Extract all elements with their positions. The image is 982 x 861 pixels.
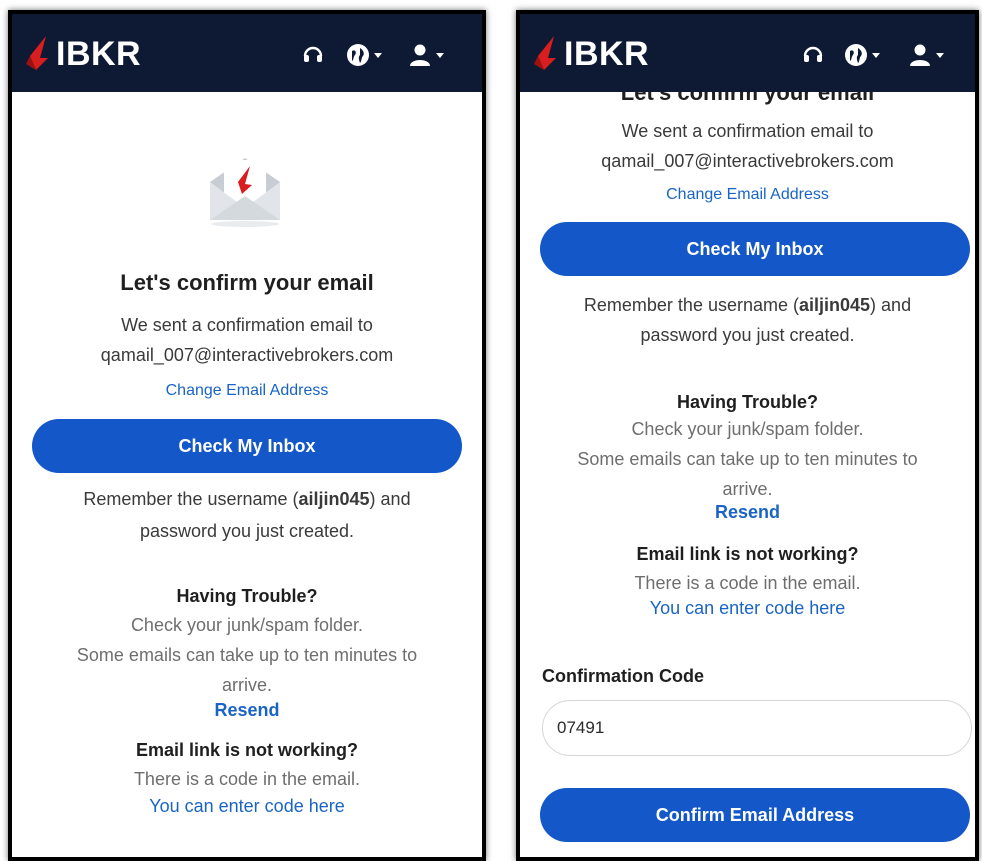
headset-icon <box>803 46 823 62</box>
resend-link[interactable]: Resend <box>715 502 780 522</box>
user-menu-button[interactable] <box>408 42 444 68</box>
brand-name: IBKR <box>56 35 142 73</box>
remember-text: Remember the username (ailjin045) and <box>12 484 482 514</box>
trouble-line2: Some emails can take up to ten minutes t… <box>577 449 918 469</box>
support-button[interactable] <box>302 42 324 68</box>
remember-line2: password you just created. <box>640 325 855 345</box>
link-heading: Email link is not working? <box>636 544 859 564</box>
remember-suffix: ) and <box>369 489 411 509</box>
trouble-line3: arrive. <box>221 675 272 695</box>
confirm-email-content: Let's confirm your email We sent a confi… <box>12 92 482 857</box>
remember-prefix: Remember the username ( <box>583 295 799 315</box>
flame-logo-icon <box>26 36 48 70</box>
link-heading: Email link is not working? <box>135 740 359 760</box>
trouble-line1: Check your junk/spam folder. <box>130 615 364 635</box>
chevron-down-icon <box>374 52 382 58</box>
trouble-line3: arrive. <box>722 479 773 499</box>
user-icon <box>910 44 930 66</box>
check-inbox-button[interactable]: Check My Inbox <box>540 222 970 276</box>
enter-code-link[interactable]: You can enter code here <box>650 598 846 618</box>
chevron-down-icon <box>436 52 444 58</box>
phone-screen-left: IBKR Let's confirm your email We sent a … <box>8 10 486 861</box>
flame-logo-icon <box>534 36 556 70</box>
enter-code-link[interactable]: You can enter code here <box>149 796 345 816</box>
ibkr-logo[interactable]: IBKR <box>534 32 649 76</box>
username: ailjin045 <box>298 489 370 509</box>
envelope-icon <box>210 158 280 227</box>
confirm-email-content-scrolled: Let's confirm your email We sent a confi… <box>520 80 975 857</box>
sent-line: We sent a confirmation email to <box>121 315 373 335</box>
remember-line2: password you just created. <box>139 521 355 541</box>
trouble-line1: Check your junk/spam folder. <box>631 419 864 439</box>
brand-name: IBKR <box>564 35 650 73</box>
user-icon <box>410 44 430 66</box>
page-title: Let's confirm your email <box>120 270 374 295</box>
sent-line: We sent a confirmation email to <box>621 121 874 141</box>
remember-text: Remember the username (ailjin045) and <box>520 290 975 320</box>
globe-icon <box>347 44 369 66</box>
ibkr-logo[interactable]: IBKR <box>26 32 141 76</box>
language-menu-button[interactable] <box>844 42 880 68</box>
change-email-link[interactable]: Change Email Address <box>166 382 329 399</box>
confirm-email-button[interactable]: Confirm Email Address <box>540 788 970 842</box>
confirmation-code-label: Confirmation Code <box>542 666 704 686</box>
remember-prefix: Remember the username ( <box>83 489 299 509</box>
headset-icon <box>303 46 323 62</box>
language-menu-button[interactable] <box>346 42 382 68</box>
globe-icon <box>845 44 867 66</box>
chevron-down-icon <box>936 52 944 58</box>
trouble-heading: Having Trouble? <box>176 586 318 606</box>
email-address: qamail_007@interactivebrokers.com <box>601 151 894 171</box>
phone-screen-right: IBKR Let's confirm your email We sent a … <box>516 10 979 861</box>
top-navbar: IBKR <box>520 14 975 92</box>
support-button[interactable] <box>802 42 824 68</box>
username: ailjin045 <box>799 295 871 315</box>
top-navbar: IBKR <box>12 14 482 92</box>
change-email-link[interactable]: Change Email Address <box>666 186 829 203</box>
trouble-heading: Having Trouble? <box>676 392 818 412</box>
link-line: There is a code in the email. <box>634 573 861 593</box>
chevron-down-icon <box>872 52 880 58</box>
user-menu-button[interactable] <box>908 42 944 68</box>
email-address: qamail_007@interactivebrokers.com <box>100 345 394 365</box>
confirmation-code-input[interactable] <box>542 700 972 756</box>
check-inbox-button[interactable]: Check My Inbox <box>32 419 462 473</box>
resend-link[interactable]: Resend <box>214 700 279 720</box>
remember-suffix: ) and <box>870 295 912 315</box>
trouble-line2: Some emails can take up to ten minutes t… <box>76 645 418 665</box>
link-line: There is a code in the email. <box>133 769 361 789</box>
